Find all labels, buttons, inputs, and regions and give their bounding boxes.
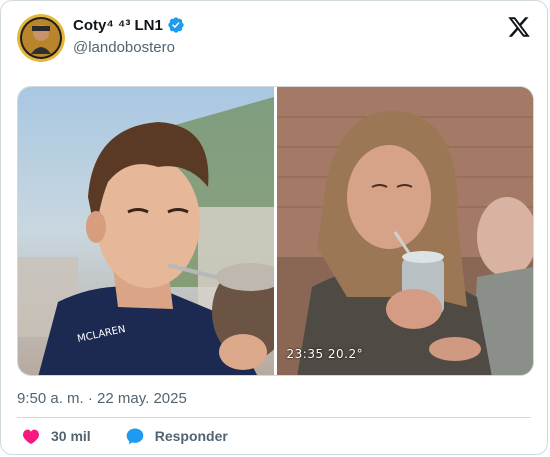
- tweet-timestamp[interactable]: 9:50 a. m. · 22 may. 2025: [17, 390, 187, 407]
- tweet-media[interactable]: MCLAREN 23:35 20.2°: [17, 86, 534, 376]
- avatar[interactable]: [17, 14, 65, 62]
- reply-button[interactable]: Responder: [125, 426, 228, 446]
- like-button[interactable]: 30 mil: [21, 426, 91, 446]
- action-bar: 30 mil Responder: [21, 426, 262, 446]
- photo-left[interactable]: MCLAREN: [18, 87, 274, 375]
- author-name-row: Coty⁴ ⁴³ LN1: [73, 16, 185, 34]
- like-count: 30 mil: [51, 428, 91, 444]
- reply-bubble-icon: [125, 426, 145, 446]
- photo-overlay-caption: 23:35 20.2°: [286, 347, 364, 361]
- divider: [17, 417, 531, 418]
- reply-label: Responder: [154, 428, 228, 444]
- author-display-name[interactable]: Coty⁴ ⁴³ LN1: [73, 17, 163, 34]
- heart-icon: [21, 426, 41, 446]
- verified-badge-icon: [167, 16, 185, 34]
- x-logo-icon[interactable]: [507, 15, 531, 39]
- author-handle[interactable]: @landobostero: [73, 39, 175, 56]
- tweet-card: Coty⁴ ⁴³ LN1 @landobostero MCLAREN 23:35…: [0, 0, 548, 455]
- photo-right[interactable]: 23:35 20.2°: [276, 87, 533, 375]
